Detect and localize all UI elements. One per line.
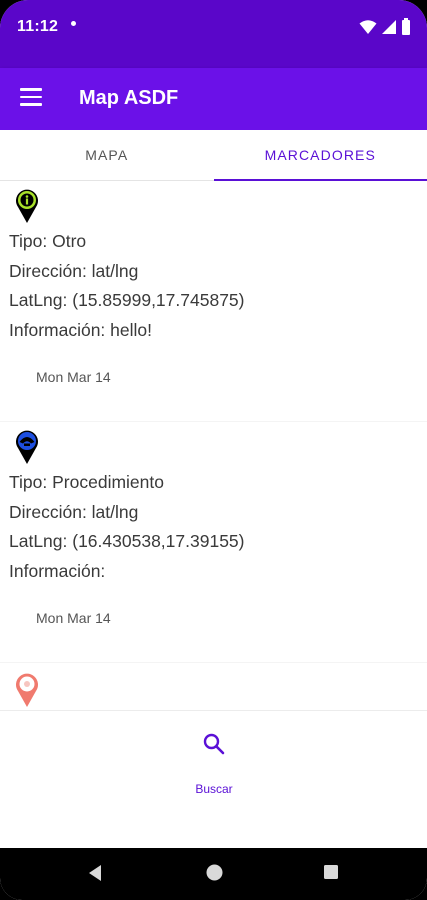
search-icon (203, 733, 225, 755)
search-label: Buscar (195, 782, 233, 796)
location-pin-icon (16, 673, 38, 707)
app-bar: Map ASDF (0, 68, 427, 130)
markers-list[interactable]: Tipo: Otro Dirección: lat/lng LatLng: (1… (0, 181, 427, 710)
marker-card[interactable]: Tipo: Procedimiento Dirección: lat/lng L… (0, 422, 427, 662)
notification-dot-icon (71, 21, 76, 26)
phone-screen: 11:12 Map ASDF MAPA MARCADORES Tipo: Otr… (0, 0, 427, 900)
app-title: Map ASDF (79, 87, 179, 109)
marker-address: Dirección: lat/lng (9, 260, 139, 281)
procedure-pin-icon (16, 430, 38, 464)
battery-icon (402, 18, 410, 35)
marker-latlng: LatLng: (16.430538,17.39155) (9, 531, 245, 551)
marker-type: Tipo: Otro (9, 231, 87, 251)
marker-type: Tipo: Procedimiento (9, 472, 164, 492)
status-bar: 11:12 (0, 0, 427, 68)
tab-mapa[interactable]: MAPA (0, 130, 214, 180)
marker-card[interactable]: Tipo: Otro Dirección: lat/lng LatLng: (1… (0, 181, 427, 421)
back-icon[interactable] (87, 864, 103, 882)
tab-bar: MAPA MARCADORES (0, 130, 427, 181)
signal-icon (382, 19, 396, 34)
marker-date: Mon Mar 14 (36, 369, 111, 385)
marker-latlng: LatLng: (15.85999,17.745875) (9, 290, 245, 310)
marker-card[interactable] (0, 663, 427, 710)
wifi-icon (359, 19, 377, 34)
marker-info: Información: hello! (9, 319, 152, 340)
menu-icon[interactable] (20, 88, 42, 108)
bottom-nav: Buscar (0, 710, 427, 848)
status-icons (359, 18, 411, 35)
status-time: 11:12 (17, 18, 59, 35)
marker-address: Dirección: lat/lng (9, 501, 139, 522)
marker-info: Información: (9, 560, 106, 581)
home-icon[interactable] (206, 864, 223, 881)
system-nav-bar (0, 848, 427, 900)
tab-marcadores[interactable]: MARCADORES (213, 130, 427, 181)
recent-apps-icon[interactable] (323, 864, 339, 880)
marker-details: Tipo: Procedimiento Dirección: lat/lng L… (9, 468, 244, 586)
marker-details: Tipo: Otro Dirección: lat/lng LatLng: (1… (9, 227, 244, 345)
search-button[interactable]: Buscar (170, 721, 258, 796)
marker-date: Mon Mar 14 (36, 610, 111, 626)
info-pin-icon (16, 189, 38, 223)
